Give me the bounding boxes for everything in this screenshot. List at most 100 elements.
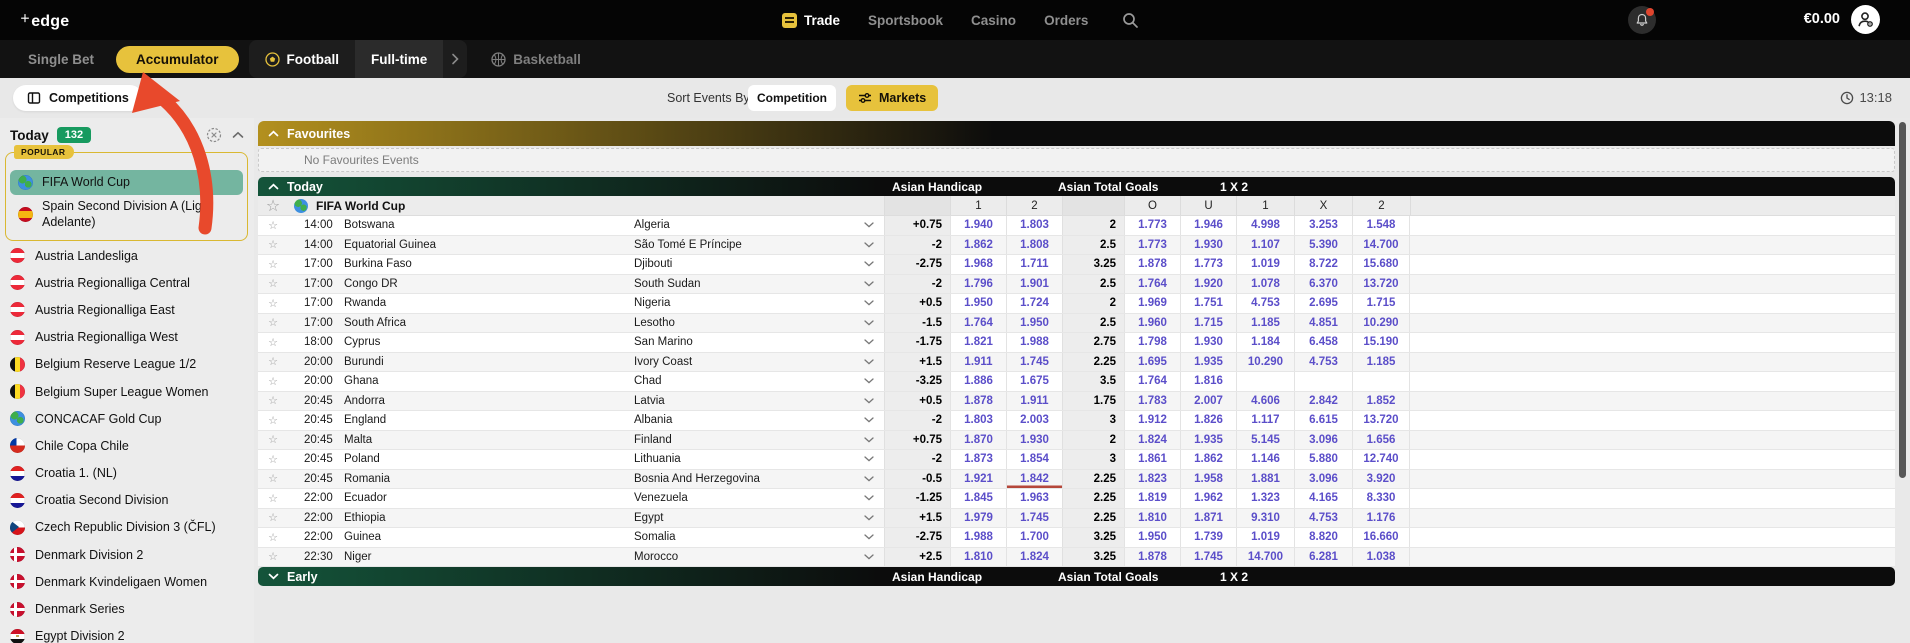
handicap-away-odds[interactable]: 1.745 [1006,508,1062,527]
account-avatar[interactable] [1851,5,1880,34]
expand-markets-button[interactable] [854,372,884,391]
handicap-home-odds[interactable]: 1.950 [950,294,1006,313]
away-win-odds[interactable]: 14.700 [1352,235,1410,254]
notifications-button[interactable] [1628,6,1656,34]
home-win-odds[interactable]: 4.606 [1236,391,1294,410]
over-odds[interactable]: 1.798 [1124,333,1180,352]
handicap-away-odds[interactable]: 1.988 [1006,333,1062,352]
away-team[interactable]: Albania [634,411,854,430]
home-team[interactable]: Malta [344,431,634,450]
away-team[interactable]: South Sudan [634,275,854,294]
draw-odds[interactable]: 6.615 [1294,411,1352,430]
favourite-star-icon[interactable]: ☆ [258,372,288,391]
expand-markets-button[interactable] [854,548,884,567]
handicap-away-odds[interactable]: 1.911 [1006,391,1062,410]
handicap-home-odds[interactable]: 1.862 [950,235,1006,254]
handicap-home-odds[interactable]: 1.988 [950,528,1006,547]
expand-markets-button[interactable] [854,411,884,430]
markets-button[interactable]: Markets [846,85,939,111]
away-win-odds[interactable]: 1.176 [1352,508,1410,527]
expand-markets-button[interactable] [854,489,884,508]
away-win-odds[interactable]: 3.920 [1352,469,1410,488]
draw-odds[interactable]: 3.096 [1294,469,1352,488]
under-odds[interactable]: 1.935 [1180,352,1236,371]
competition-list-item[interactable]: Austria Landesliga [0,242,254,269]
draw-odds[interactable]: 5.880 [1294,450,1352,469]
competition-list-item[interactable]: Denmark Division 2 [0,541,254,568]
favourite-star-icon[interactable]: ☆ [258,509,288,528]
over-odds[interactable]: 1.824 [1124,430,1180,449]
home-team[interactable]: Burundi [344,353,634,372]
competition-list-item[interactable]: Denmark Series [0,595,254,622]
away-team[interactable]: Lesotho [634,314,854,333]
home-win-odds[interactable]: 5.145 [1236,430,1294,449]
away-win-odds[interactable]: 1.852 [1352,391,1410,410]
handicap-away-odds[interactable]: 1.950 [1006,313,1062,332]
over-odds[interactable]: 1.764 [1124,372,1180,391]
home-team[interactable]: Cyprus [344,333,634,352]
favourite-star-icon[interactable]: ☆ [258,489,288,508]
handicap-away-odds[interactable]: 1.711 [1006,255,1062,274]
away-team[interactable]: Latvia [634,392,854,411]
handicap-away-odds[interactable]: 1.963 [1006,489,1062,508]
favourite-star-icon[interactable]: ☆ [258,314,288,333]
expand-markets-button[interactable] [854,314,884,333]
home-team[interactable]: Ghana [344,372,634,391]
under-odds[interactable]: 1.715 [1180,313,1236,332]
handicap-home-odds[interactable]: 1.803 [950,411,1006,430]
favourite-star-icon[interactable]: ☆ [258,236,288,255]
handicap-home-odds[interactable]: 1.940 [950,216,1006,235]
away-team[interactable]: Chad [634,372,854,391]
expand-markets-button[interactable] [854,353,884,372]
expand-markets-button[interactable] [854,450,884,469]
handicap-home-odds[interactable]: 1.873 [950,450,1006,469]
handicap-away-odds[interactable]: 1.854 [1006,450,1062,469]
draw-odds[interactable]: 4.753 [1294,508,1352,527]
under-odds[interactable]: 1.862 [1180,450,1236,469]
draw-odds[interactable] [1294,372,1352,391]
competition-list-item[interactable]: Czech Republic Division 3 (ČFL) [0,514,254,541]
tabs-next-chevron[interactable] [443,40,468,78]
home-win-odds[interactable]: 1.078 [1236,274,1294,293]
away-team[interactable]: Algeria [634,216,854,235]
competitions-button[interactable]: Competitions [13,85,143,111]
home-team[interactable]: South Africa [344,314,634,333]
draw-odds[interactable]: 2.842 [1294,391,1352,410]
home-team[interactable]: Rwanda [344,294,634,313]
away-team[interactable]: Nigeria [634,294,854,313]
away-win-odds[interactable] [1352,372,1410,391]
under-odds[interactable]: 1.946 [1180,216,1236,235]
away-win-odds[interactable]: 15.190 [1352,333,1410,352]
handicap-away-odds[interactable]: 1.675 [1006,372,1062,391]
expand-markets-button[interactable] [854,431,884,450]
away-team[interactable]: Bosnia And Herzegovina [634,470,854,489]
over-odds[interactable]: 1.764 [1124,274,1180,293]
under-odds[interactable]: 1.958 [1180,469,1236,488]
favourite-star-icon[interactable]: ☆ [258,528,288,547]
handicap-home-odds[interactable]: 1.845 [950,489,1006,508]
handicap-home-odds[interactable]: 1.878 [950,391,1006,410]
under-odds[interactable]: 1.962 [1180,489,1236,508]
under-odds[interactable]: 1.935 [1180,430,1236,449]
collapse-sidebar-icon[interactable] [232,131,244,139]
draw-odds[interactable]: 8.820 [1294,528,1352,547]
home-win-odds[interactable]: 1.019 [1236,528,1294,547]
under-odds[interactable]: 2.007 [1180,391,1236,410]
over-odds[interactable]: 1.960 [1124,313,1180,332]
nav-casino[interactable]: Casino [971,13,1016,28]
home-win-odds[interactable]: 1.184 [1236,333,1294,352]
competition-list-item[interactable]: Denmark Kvindeligaen Women [0,568,254,595]
away-win-odds[interactable]: 1.185 [1352,352,1410,371]
over-odds[interactable]: 1.810 [1124,508,1180,527]
nav-sportsbook[interactable]: Sportsbook [868,13,943,28]
single-bet-tab[interactable]: Single Bet [28,52,94,67]
favourite-star-icon[interactable]: ☆ [258,450,288,469]
expand-markets-button[interactable] [854,470,884,489]
favourite-star-icon[interactable]: ☆ [258,392,288,411]
handicap-home-odds[interactable]: 1.979 [950,508,1006,527]
over-odds[interactable]: 1.695 [1124,352,1180,371]
under-odds[interactable]: 1.816 [1180,372,1236,391]
favourite-star-icon[interactable]: ☆ [258,275,288,294]
favourite-star-icon[interactable]: ☆ [258,470,288,489]
home-team[interactable]: Congo DR [344,275,634,294]
